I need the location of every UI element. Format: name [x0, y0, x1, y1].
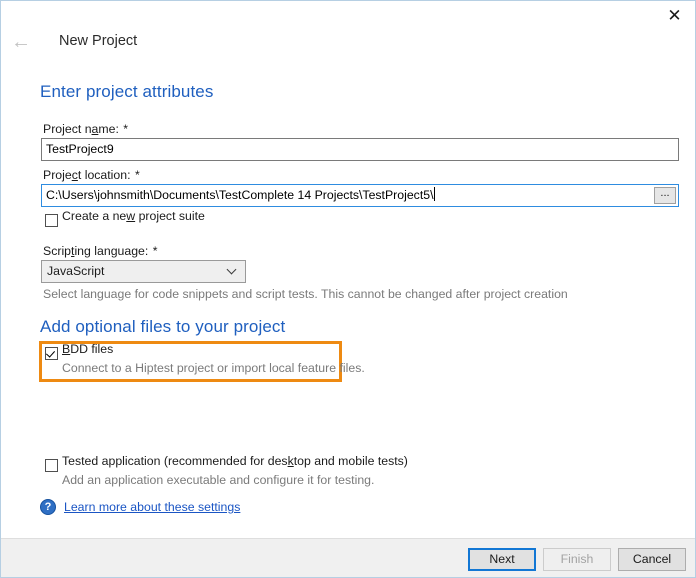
create-suite-rest: project suite	[135, 209, 205, 223]
section-heading-attributes: Enter project attributes	[40, 82, 214, 101]
project-location-required-mark: *	[134, 168, 140, 182]
tested-label-text: Tested application (recommended for des	[62, 454, 288, 468]
learn-more-link[interactable]: Learn more about these settings	[64, 500, 240, 514]
tested-application-sublabel: Add an application executable and config…	[62, 473, 375, 487]
scripting-label-rest: ing language:	[74, 244, 152, 258]
next-button[interactable]: Next	[468, 548, 536, 571]
scripting-language-label: Scripting language: *	[43, 244, 158, 258]
scripting-required-mark: *	[152, 244, 158, 258]
scripting-language-value: JavaScript	[47, 264, 105, 278]
section-heading-optional-files: Add optional files to your project	[40, 317, 286, 336]
tested-application-label[interactable]: Tested application (recommended for desk…	[62, 454, 408, 468]
bdd-label-accel: B	[62, 342, 71, 356]
finish-button: Finish	[543, 548, 611, 571]
project-location-label: Project location: *	[43, 168, 140, 182]
wizard-content: Enter project attributes Project name: *…	[1, 67, 695, 538]
project-name-label: Project name: *	[43, 122, 128, 136]
wizard-title: New Project	[59, 33, 138, 49]
close-icon: ✕	[667, 6, 682, 25]
create-project-suite-checkbox[interactable]	[45, 214, 58, 227]
project-location-value: C:\Users\johnsmith\Documents\TestComplet…	[46, 188, 434, 202]
bdd-files-checkbox[interactable]	[45, 347, 58, 360]
bdd-files-sublabel: Connect to a Hiptest project or import l…	[62, 361, 365, 375]
project-location-input[interactable]: C:\Users\johnsmith\Documents\TestComplet…	[41, 184, 679, 207]
project-location-label-rest: t location:	[77, 168, 134, 182]
chevron-down-icon	[228, 266, 237, 275]
wizard-titlebar: ✕ ← New Project	[1, 1, 695, 67]
help-question-icon[interactable]: ?	[40, 499, 56, 515]
scripting-label-text: Scrip	[43, 244, 72, 258]
tested-label-rest: top and mobile tests)	[293, 454, 408, 468]
project-name-label-text: Project n	[43, 122, 92, 136]
project-location-label-text: Proje	[43, 168, 72, 182]
create-suite-accel: w	[126, 209, 136, 223]
create-suite-text: Create a ne	[62, 209, 127, 223]
bdd-files-label[interactable]: BDD files	[62, 342, 113, 356]
arrow-left-icon: ←	[11, 31, 31, 53]
back-button[interactable]: ←	[7, 29, 35, 55]
scripting-language-select[interactable]: JavaScript	[41, 260, 246, 283]
wizard-footer: Next Finish Cancel	[1, 538, 695, 577]
close-button[interactable]: ✕	[652, 1, 695, 30]
project-name-required-mark: *	[123, 122, 129, 136]
tested-application-checkbox[interactable]	[45, 459, 58, 472]
create-project-suite-label[interactable]: Create a new project suite	[62, 209, 205, 223]
scripting-language-hint: Select language for code snippets and sc…	[43, 287, 568, 301]
new-project-wizard-window: ✕ ← New Project Enter project attributes…	[0, 0, 696, 578]
project-name-input[interactable]: TestProject9	[41, 138, 679, 161]
text-caret	[433, 187, 435, 201]
browse-button[interactable]: ...	[654, 187, 676, 204]
project-name-label-rest: me:	[98, 122, 123, 136]
cancel-button[interactable]: Cancel	[618, 548, 686, 571]
bdd-label-rest: DD files	[70, 342, 114, 356]
